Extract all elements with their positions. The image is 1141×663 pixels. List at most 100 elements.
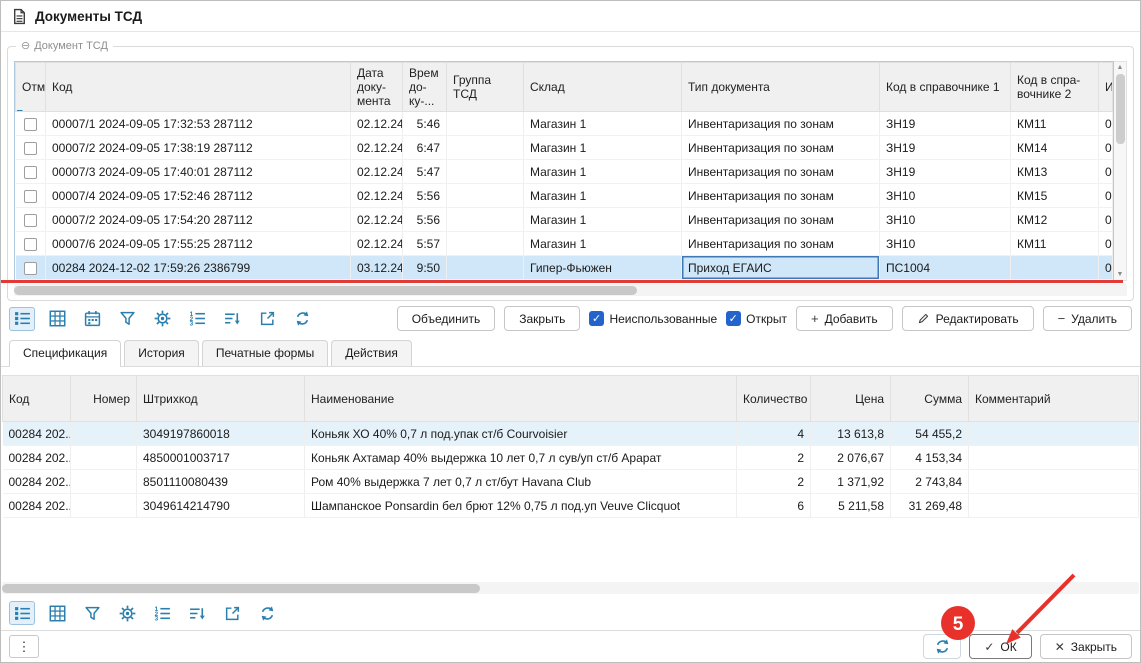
cell-time: 5:56 — [403, 208, 447, 232]
tab-действия[interactable]: Действия — [331, 340, 412, 366]
spec-col-sum[interactable]: Сумма — [891, 376, 969, 422]
cell-doc-type[interactable]: Инвентаризация по зонам — [682, 208, 880, 232]
row-checkbox[interactable] — [24, 214, 37, 227]
close-window-button[interactable]: ✕Закрыть — [1040, 634, 1132, 659]
calendar-button[interactable] — [79, 307, 105, 331]
cell-date: 02.12.24 — [351, 160, 403, 184]
doc-table-row[interactable]: 00007/2 2024-09-05 17:38:19 28711202.12.… — [16, 136, 1113, 160]
refresh-button[interactable] — [254, 601, 280, 625]
open-external-button[interactable] — [254, 307, 280, 331]
spec-col-number[interactable]: Номер — [71, 376, 137, 422]
cell-tsd-group — [447, 232, 524, 256]
row-checkbox[interactable] — [24, 238, 37, 251]
doc-table-row[interactable]: 00007/6 2024-09-05 17:55:25 28711202.12.… — [16, 232, 1113, 256]
refresh-icon — [934, 638, 951, 655]
col-header-mark[interactable]: Отм. — [16, 63, 46, 112]
more-menu-button[interactable]: ⋮ — [9, 635, 39, 658]
scroll-up-icon[interactable]: ▲ — [1117, 64, 1124, 71]
numbered-list-button[interactable] — [184, 307, 210, 331]
spec-table-row[interactable]: 00284 202...8501110080439Ром 40% выдержк… — [3, 470, 1139, 494]
scroll-down-icon[interactable]: ▼ — [1117, 271, 1124, 278]
col-header-warehouse[interactable]: Склад — [524, 63, 682, 112]
row-checkbox[interactable] — [24, 190, 37, 203]
cell-doc-type[interactable]: Инвентаризация по зонам — [682, 232, 880, 256]
refresh-button[interactable] — [289, 307, 315, 331]
cell-spec-code: 00284 202... — [3, 422, 71, 446]
settings-button[interactable] — [149, 307, 175, 331]
row-checkbox[interactable] — [24, 262, 37, 275]
checkbox-unused-box[interactable] — [589, 311, 604, 326]
doc-table-vscrollbar[interactable]: ▲ ▼ — [1114, 61, 1127, 281]
collapse-icon[interactable]: ⊖ — [21, 39, 30, 52]
documents-toolbar: Объединить Закрыть Неиспользованные Откр… — [1, 301, 1140, 336]
add-button[interactable]: +Добавить — [796, 306, 893, 331]
groupbox-label-text: Документ ТСД — [34, 40, 108, 52]
spec-col-barcode[interactable]: Штрихкод — [137, 376, 305, 422]
spec-table-row[interactable]: 00284 202...3049197860018Коньяк ХО 40% 0… — [3, 422, 1139, 446]
cell-doc-type[interactable]: Инвентаризация по зонам — [682, 184, 880, 208]
filter-button[interactable] — [114, 307, 140, 331]
open-external-icon — [224, 605, 241, 622]
close-document-button[interactable]: Закрыть — [504, 306, 580, 331]
doc-table-row[interactable]: 00007/4 2024-09-05 17:52:46 28711202.12.… — [16, 184, 1113, 208]
col-header-time[interactable]: Врем до- ку-... — [403, 63, 447, 112]
tab-спецификация[interactable]: Спецификация — [9, 340, 121, 366]
cell-doc-type[interactable]: Инвентаризация по зонам — [682, 112, 880, 136]
doc-table-row[interactable]: 00007/2 2024-09-05 17:54:20 28711202.12.… — [16, 208, 1113, 232]
cell-sum: 2 743,84 — [891, 470, 969, 494]
ok-button[interactable]: ✓ОК — [969, 634, 1031, 659]
checkbox-open-box[interactable] — [726, 311, 741, 326]
merge-button[interactable]: Объединить — [397, 306, 496, 331]
doc-table-row[interactable]: 00007/1 2024-09-05 17:32:53 28711202.12.… — [16, 112, 1113, 136]
grid-view-button[interactable] — [44, 601, 70, 625]
list-view-button[interactable] — [9, 601, 35, 625]
cell-doc-type[interactable]: Инвентаризация по зонам — [682, 160, 880, 184]
cell-code: 00284 2024-12-02 17:59:26 2386799 — [46, 256, 351, 280]
list-view-button[interactable] — [9, 307, 35, 331]
row-checkbox[interactable] — [24, 118, 37, 131]
app-window: Документы ТСД ⊖ Документ ТСД Отм. Код Да… — [0, 0, 1141, 663]
settings-button[interactable] — [114, 601, 140, 625]
hscroll-thumb[interactable] — [14, 286, 637, 295]
row-checkbox[interactable] — [24, 166, 37, 179]
sort-button[interactable] — [184, 601, 210, 625]
cell-doc-type[interactable]: Инвентаризация по зонам — [682, 136, 880, 160]
cell-mark — [16, 136, 46, 160]
spec-col-qty[interactable]: Количество — [737, 376, 811, 422]
open-external-button[interactable] — [219, 601, 245, 625]
cell-doc-type[interactable]: Приход ЕГАИС — [682, 256, 880, 280]
checkbox-open[interactable]: Открыт — [726, 311, 787, 326]
spec-hscroll-thumb[interactable] — [2, 584, 480, 593]
row-checkbox[interactable] — [24, 142, 37, 155]
cell-time: 5:57 — [403, 232, 447, 256]
numbered-list-button[interactable] — [149, 601, 175, 625]
edit-button[interactable]: Редактировать — [902, 306, 1034, 331]
sort-button[interactable] — [219, 307, 245, 331]
delete-button[interactable]: −Удалить — [1043, 306, 1132, 331]
tab-история[interactable]: История — [124, 340, 199, 366]
col-header-code[interactable]: Код — [46, 63, 351, 112]
spec-table-row[interactable]: 00284 202...4850001003717Коньяк Ахтамар … — [3, 446, 1139, 470]
doc-table-row[interactable]: 00007/3 2024-09-05 17:40:01 28711202.12.… — [16, 160, 1113, 184]
vscroll-thumb[interactable] — [1116, 74, 1125, 144]
doc-table-row[interactable]: 00284 2024-12-02 17:59:26 238679903.12.2… — [16, 256, 1113, 280]
spec-col-code[interactable]: Код — [3, 376, 71, 422]
checkbox-unused[interactable]: Неиспользованные — [589, 311, 717, 326]
spec-hscrollbar[interactable] — [2, 582, 1139, 594]
col-header-tsd-group[interactable]: Группа ТСД — [447, 63, 524, 112]
refresh-button[interactable] — [923, 634, 961, 659]
col-header-ref2[interactable]: Код в спра- вочнике 2 — [1011, 63, 1099, 112]
col-header-name[interactable]: Им... — [1099, 63, 1113, 112]
tab-печатные формы[interactable]: Печатные формы — [202, 340, 328, 366]
spec-table-row[interactable]: 00284 202...3049614214790Шампанское Pons… — [3, 494, 1139, 518]
col-header-date[interactable]: Дата доку- мента — [351, 63, 403, 112]
filter-button[interactable] — [79, 601, 105, 625]
doc-table-hscrollbar[interactable] — [14, 284, 1127, 296]
spec-col-name[interactable]: Наименование — [305, 376, 737, 422]
col-header-doc-type[interactable]: Тип документа — [682, 63, 880, 112]
spec-col-price[interactable]: Цена — [811, 376, 891, 422]
cell-code: 00007/6 2024-09-05 17:55:25 287112 — [46, 232, 351, 256]
grid-view-button[interactable] — [44, 307, 70, 331]
spec-col-comment[interactable]: Комментарий — [969, 376, 1139, 422]
col-header-ref1[interactable]: Код в справочнике 1 — [880, 63, 1011, 112]
